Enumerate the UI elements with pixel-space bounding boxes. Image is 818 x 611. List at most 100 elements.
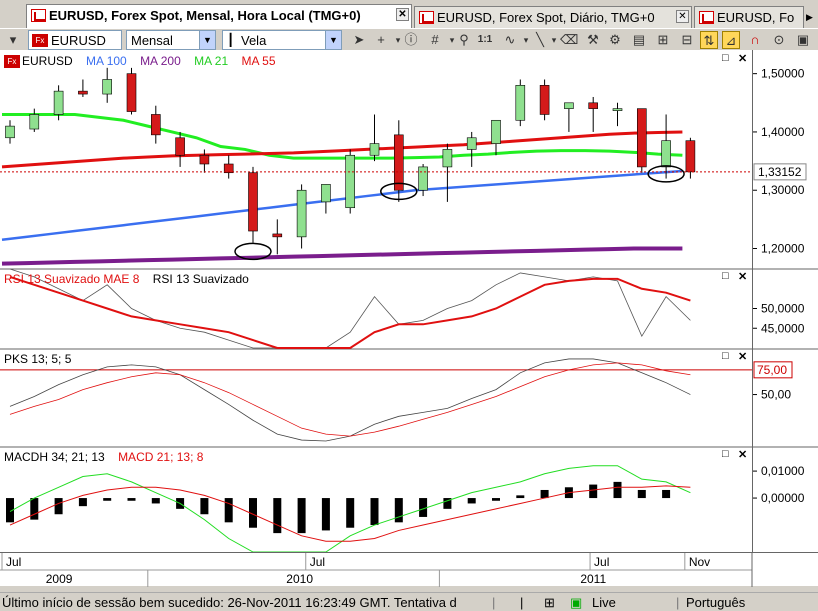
candle-body bbox=[199, 154, 210, 165]
x-month-label: Jul bbox=[6, 555, 21, 569]
candle-body bbox=[151, 114, 161, 136]
magnet-icon[interactable]: ⊟ bbox=[678, 31, 696, 49]
candle-body bbox=[175, 137, 185, 156]
macd-histogram-bar bbox=[516, 495, 525, 499]
macd-histogram-bar bbox=[370, 498, 379, 526]
rsi-title[interactable]: RSI 13 Suavizado MAE 8 bbox=[4, 272, 139, 286]
candle-body bbox=[588, 102, 599, 109]
panel-close-icon[interactable]: ✕ bbox=[738, 350, 747, 363]
macd-histogram-bar bbox=[346, 498, 355, 528]
line-tool-icon[interactable]: ╲ bbox=[530, 31, 550, 49]
current-price-label: 1,33152 bbox=[758, 165, 802, 179]
tab-eurusd-monthly[interactable]: EURUSD, Forex Spot, Mensal, Hora Local (… bbox=[26, 4, 412, 28]
panel-close-icon[interactable]: ✕ bbox=[738, 270, 747, 283]
panel-close-icon[interactable]: ✕ bbox=[738, 448, 747, 461]
divider: | bbox=[492, 595, 496, 610]
panel-resize-icon[interactable]: □ bbox=[722, 350, 729, 362]
x-year-label: 2009 bbox=[46, 572, 73, 586]
chart-area[interactable] bbox=[0, 50, 752, 552]
cursor-icon[interactable]: ➤ bbox=[350, 31, 368, 49]
macd-histogram-bar bbox=[297, 498, 306, 534]
legend-ma55[interactable]: MA 55 bbox=[241, 54, 275, 68]
legend-ma21[interactable]: MA 21 bbox=[194, 54, 228, 68]
ruler-icon[interactable]: ⊿ bbox=[722, 31, 740, 49]
layout-icon[interactable]: ▤ bbox=[630, 31, 648, 49]
wave-icon[interactable]: ∿ bbox=[500, 31, 520, 49]
macd-histogram-bar bbox=[54, 498, 63, 515]
macd-tick-label: 0,00000 bbox=[761, 491, 805, 505]
panel-resize-icon[interactable]: □ bbox=[722, 52, 729, 64]
candle-body bbox=[612, 108, 623, 111]
macd-histogram-bar bbox=[467, 498, 476, 504]
panel-close-icon[interactable]: ✕ bbox=[738, 52, 747, 65]
macd-title[interactable]: MACDH 34; 21; 13 bbox=[4, 450, 105, 464]
collapse-icon[interactable]: ▾ bbox=[4, 31, 22, 49]
symbol-selector[interactable]: Fx EURUSD bbox=[28, 30, 122, 50]
candle-body bbox=[126, 73, 137, 112]
chevron-down-icon[interactable]: ▼ bbox=[325, 31, 341, 49]
network-icon[interactable]: ⊞ bbox=[544, 595, 555, 611]
divider: | bbox=[676, 595, 680, 610]
candle-body bbox=[102, 79, 112, 95]
candle-body bbox=[53, 90, 64, 115]
candle-body bbox=[685, 140, 696, 173]
price-tick-label: 1,30000 bbox=[761, 183, 805, 197]
macd-histogram-bar bbox=[662, 489, 671, 499]
chevron-down-icon[interactable]: ▾ bbox=[392, 31, 404, 49]
chevron-down-icon[interactable]: ▾ bbox=[548, 31, 560, 49]
chevron-down-icon[interactable]: ▼ bbox=[199, 31, 215, 49]
lock-icon[interactable]: ▣ bbox=[570, 595, 582, 611]
zoom-icon[interactable]: ⚲ bbox=[456, 31, 472, 49]
panel-resize-icon[interactable]: □ bbox=[722, 270, 729, 282]
candle-icon: ┃ bbox=[227, 33, 235, 47]
one-to-one-icon[interactable]: 1:1 bbox=[476, 31, 494, 49]
macd-histogram-bar bbox=[200, 498, 209, 515]
macd-histogram-bar bbox=[30, 498, 39, 520]
status-message: Último início de sessão bem sucedido: 26… bbox=[2, 595, 457, 610]
eraser-icon[interactable]: ⌫ bbox=[560, 31, 578, 49]
x-month-label: Jul bbox=[310, 555, 325, 569]
crosshair-icon[interactable]: + bbox=[372, 31, 390, 49]
arrows-icon[interactable]: ⇅ bbox=[700, 31, 718, 49]
macd-tick-label: 0,01000 bbox=[761, 464, 805, 478]
ma-line-ma100 bbox=[1, 169, 683, 242]
legend-ma200[interactable]: MA 200 bbox=[140, 54, 181, 68]
close-tab-icon[interactable]: ✕ bbox=[676, 10, 689, 23]
tab-eurusd-daily[interactable]: EURUSD, Forex Spot, Diário, TMG+0 ✕ bbox=[414, 6, 692, 28]
tab-bar: EURUSD, Forex Spot, Mensal, Hora Local (… bbox=[0, 0, 818, 28]
right-axis: 1,50000 1,40000 1,30000 1,20000 1,33152 50,00… bbox=[752, 50, 818, 552]
legend-eurusd[interactable]: EURUSD bbox=[22, 54, 73, 68]
rsi-title-2[interactable]: RSI 13 Suavizado bbox=[153, 272, 249, 286]
symbol-value: EURUSD bbox=[51, 33, 106, 48]
legend-ma100[interactable]: MA 100 bbox=[86, 54, 127, 68]
grid-icon[interactable]: # bbox=[426, 31, 444, 49]
rsi-legend: RSI 13 Suavizado MAE 8 RSI 13 Suavizado bbox=[4, 272, 259, 286]
tab-eurusd-other[interactable]: EURUSD, Fo bbox=[694, 6, 804, 28]
tab-title: EURUSD, Forex Spot, Mensal, Hora Local (… bbox=[49, 8, 361, 23]
live-status[interactable]: Live bbox=[592, 595, 616, 610]
macd-title-2[interactable]: MACD 21; 13; 8 bbox=[118, 450, 203, 464]
chart-type-select[interactable]: ┃ Vela ▼ bbox=[222, 30, 342, 50]
price-legend: Fx EURUSD MA 100 MA 200 MA 21 MA 55 bbox=[4, 54, 286, 69]
info-icon[interactable]: ⓘ bbox=[404, 31, 418, 49]
macd-histogram-bar bbox=[78, 498, 87, 507]
candle-body bbox=[636, 108, 647, 168]
candle-body bbox=[466, 137, 477, 150]
candle-body bbox=[5, 125, 15, 139]
chart-canvas[interactable] bbox=[0, 50, 752, 552]
clock-icon[interactable]: ⊙ bbox=[770, 31, 788, 49]
tools-icon[interactable]: ⚒ bbox=[584, 31, 602, 49]
tab-title: EURUSD, Fo bbox=[717, 10, 795, 25]
period-select[interactable]: Mensal ▼ bbox=[126, 30, 216, 50]
settings-icon[interactable]: ⚙ bbox=[606, 31, 624, 49]
tab-scroll-icon[interactable]: ▶ bbox=[806, 12, 813, 23]
scale-icon[interactable]: ⊞ bbox=[654, 31, 672, 49]
pks-title[interactable]: PKS 13; 5; 5 bbox=[4, 352, 71, 366]
candle-body bbox=[272, 233, 283, 238]
close-tab-icon[interactable]: ✕ bbox=[396, 8, 409, 21]
language-indicator[interactable]: Português bbox=[686, 595, 745, 610]
palette-icon[interactable]: ▣ bbox=[794, 31, 812, 49]
magnet-tool-icon[interactable]: ∩ bbox=[746, 31, 764, 49]
panel-resize-icon[interactable]: □ bbox=[722, 448, 729, 460]
candle-body bbox=[418, 166, 428, 191]
